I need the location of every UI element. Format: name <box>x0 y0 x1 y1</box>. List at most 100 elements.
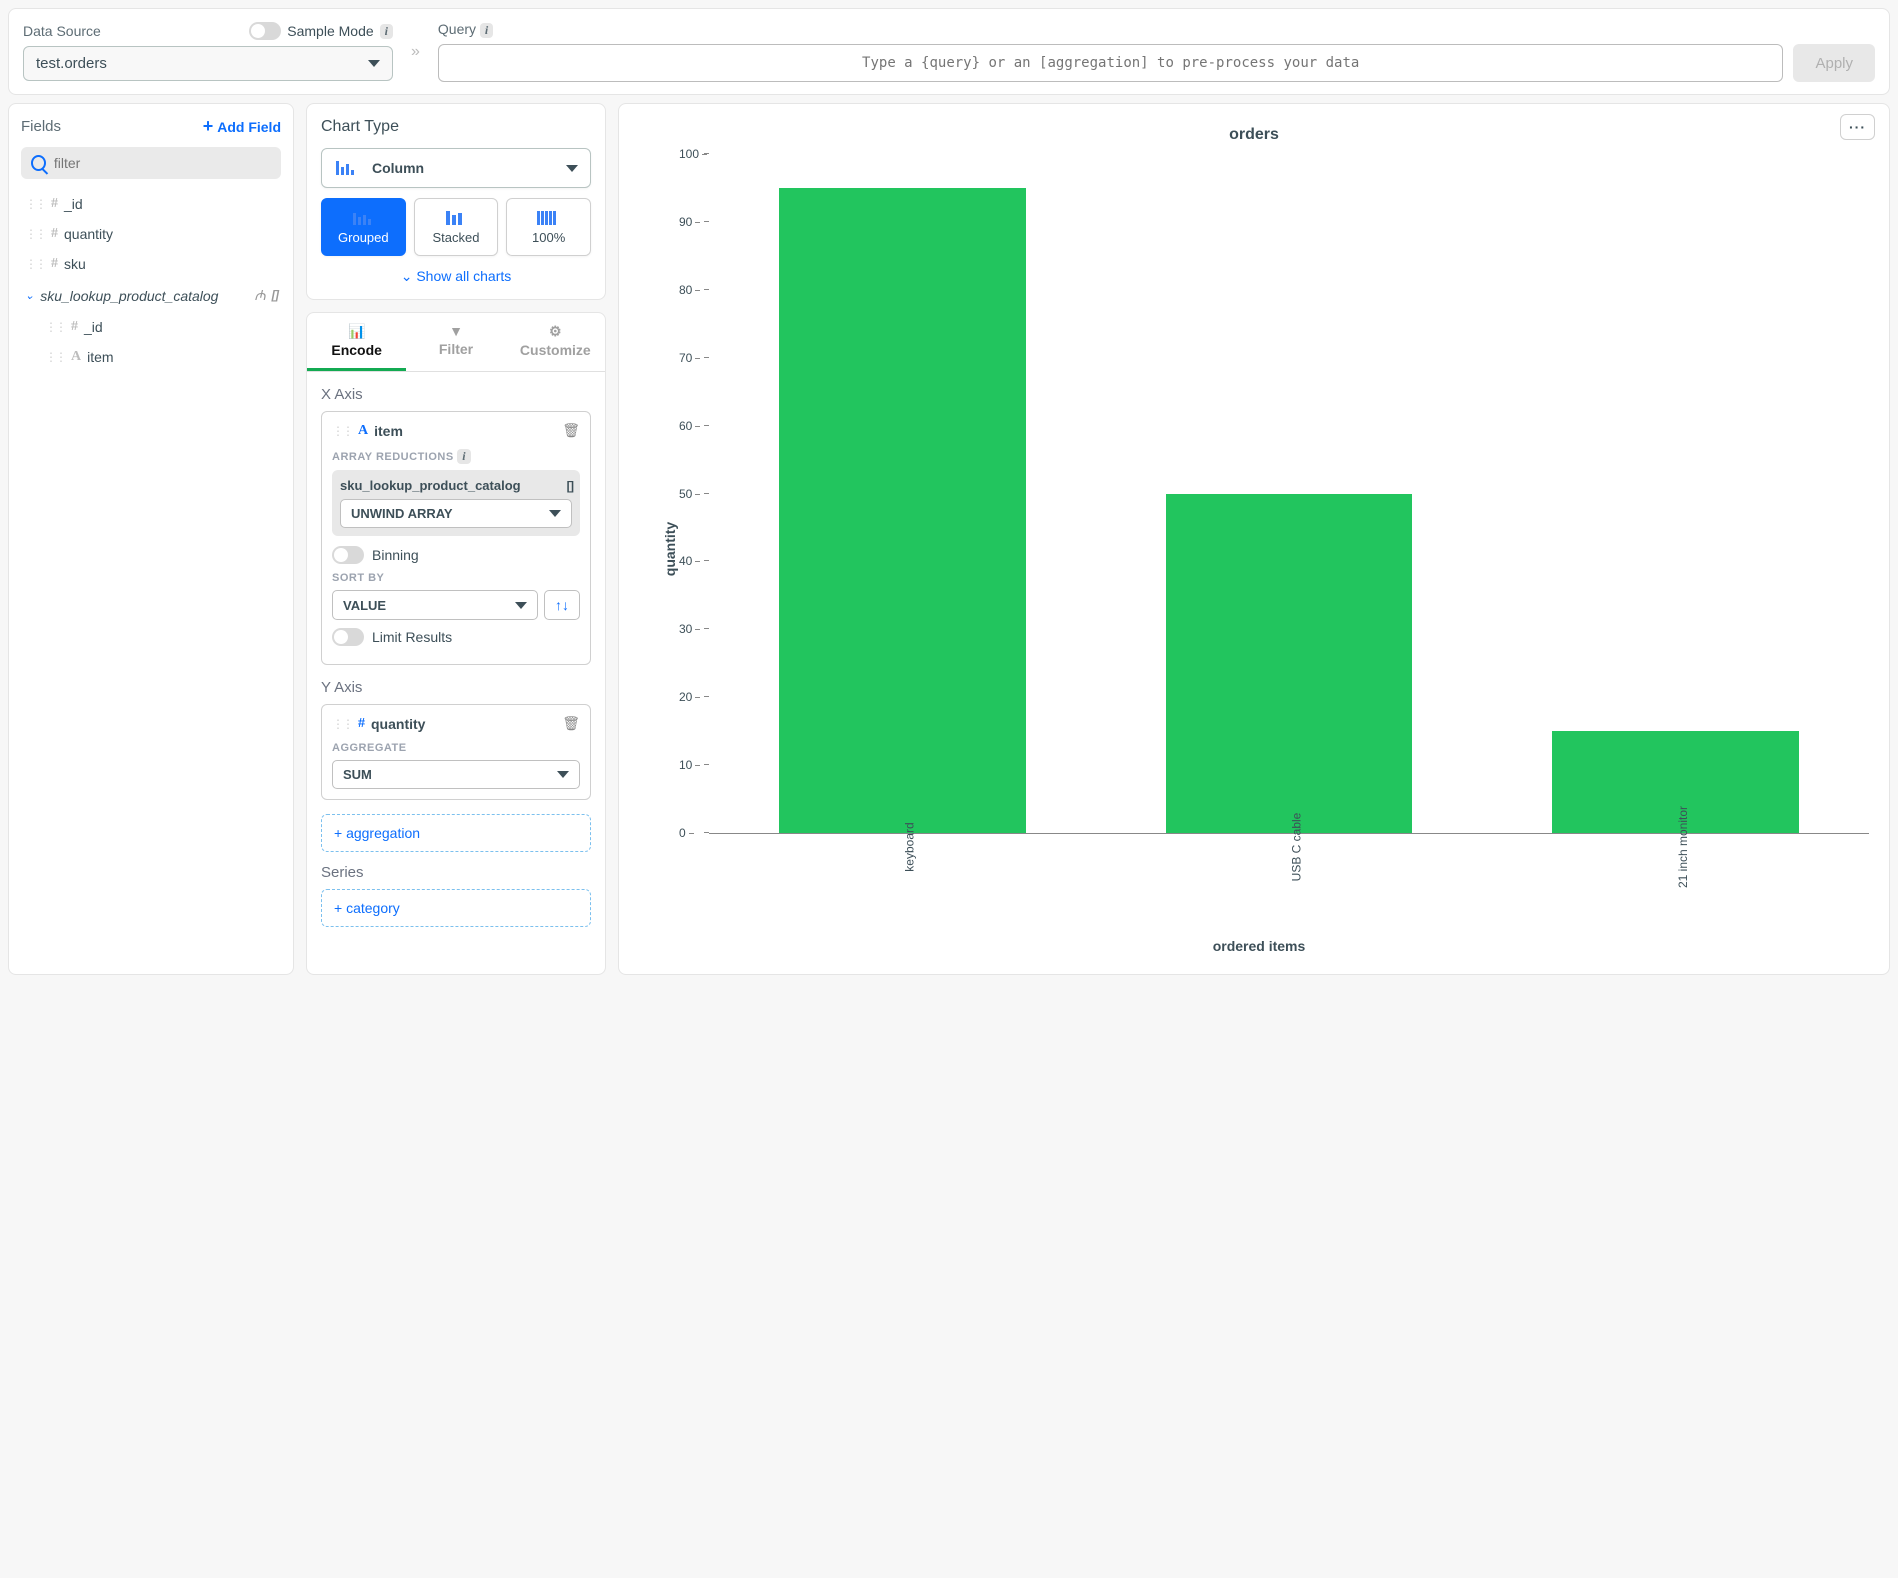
chevron-down-icon: ⌄ <box>401 268 413 284</box>
delete-icon[interactable]: 🗑 <box>562 422 580 439</box>
ytick: 10 <box>679 758 692 772</box>
series-label: Series <box>321 864 591 881</box>
field-lookup[interactable]: ⌄ sku_lookup_product_catalog ₼ <box>21 279 281 312</box>
field-item[interactable]: ⋮⋮quantity <box>21 219 281 249</box>
xaxis-box: ⋮⋮ item 🗑 ARRAY REDUCTIONS i sku_lookup_… <box>321 411 591 665</box>
fields-panel: Fields + Add Field ⋮⋮_id ⋮⋮quantity ⋮⋮sk… <box>8 103 294 975</box>
bar[interactable] <box>779 188 1026 833</box>
subtype-100[interactable]: 100% <box>506 198 591 256</box>
yaxis-box: ⋮⋮ quantity 🗑 AGGREGATE SUM <box>321 704 591 800</box>
bar-label: keyboard <box>902 822 916 871</box>
ytick: 30 <box>679 622 692 636</box>
info-icon[interactable]: i <box>380 24 393 39</box>
chevron-down-icon <box>515 602 527 609</box>
config-panel: Chart Type Column Grouped Stacked 100% <box>306 103 606 975</box>
top-bar: Data Source Sample Mode i test.orders » … <box>8 8 1890 95</box>
data-source-label: Data Source <box>23 23 101 39</box>
tab-customize[interactable]: ⚙Customize <box>506 313 605 371</box>
aggregate-select[interactable]: SUM <box>332 760 580 789</box>
chart-type-select[interactable]: Column <box>321 148 591 188</box>
ytick: 70 <box>679 351 692 365</box>
show-all-charts[interactable]: ⌄ Show all charts <box>321 268 591 285</box>
ytick: 80 <box>679 283 692 297</box>
add-field-button[interactable]: + Add Field <box>203 116 281 137</box>
encode-icon: 📊 <box>311 323 402 340</box>
yaxis-label: Y Axis <box>321 679 591 696</box>
query-input[interactable] <box>438 44 1784 82</box>
chart-panel: ··· orders quantity 01020304050607080901… <box>618 103 1890 975</box>
chart-area: quantity 0102030405060708090100 keyboard… <box>649 154 1869 944</box>
ytick: 90 <box>679 215 692 229</box>
unwind-select[interactable]: UNWIND ARRAY <box>340 499 572 528</box>
fields-filter-input[interactable] <box>54 155 271 171</box>
binning-toggle[interactable] <box>332 546 364 564</box>
grouped-icon <box>349 209 377 227</box>
binoculars-icon: ₼ <box>254 286 265 305</box>
tab-encode[interactable]: 📊Encode <box>307 313 406 371</box>
field-item[interactable]: ⋮⋮_id <box>21 189 281 219</box>
bar-column: 21 inch monitor <box>1531 154 1821 833</box>
chart-type-box: Chart Type Column Grouped Stacked 100% <box>306 103 606 300</box>
bar-column: USB C cable <box>1144 154 1434 833</box>
info-icon[interactable]: i <box>457 449 471 464</box>
chart-menu-button[interactable]: ··· <box>1840 114 1875 140</box>
bar-column: keyboard <box>757 154 1047 833</box>
fields-filter[interactable] <box>21 147 281 179</box>
delete-icon[interactable]: 🗑 <box>562 715 580 732</box>
array-reduction-box: sku_lookup_product_catalog UNWIND ARRAY <box>332 470 580 536</box>
sortby-select[interactable]: VALUE <box>332 590 538 620</box>
yaxis-field: quantity <box>371 716 425 732</box>
bar[interactable] <box>1166 494 1413 834</box>
ytick: 40 <box>679 554 692 568</box>
tab-filter[interactable]: ▼Filter <box>406 313 505 371</box>
subtype-grouped[interactable]: Grouped <box>321 198 406 256</box>
brackets-icon <box>567 478 572 493</box>
info-icon[interactable]: i <box>480 23 493 38</box>
column-icon <box>334 159 362 177</box>
customize-icon: ⚙ <box>510 323 601 340</box>
ytick: 100 <box>679 147 699 161</box>
yaxis-title: quantity <box>662 522 678 576</box>
add-aggregation[interactable]: + aggregation <box>321 814 591 852</box>
data-source-value: test.orders <box>36 55 107 72</box>
apply-button[interactable]: Apply <box>1793 44 1875 82</box>
brackets-icon <box>272 286 277 305</box>
bar-label: USB C cable <box>1289 813 1303 882</box>
arrows-icon: » <box>411 43 420 61</box>
plot-area: 0102030405060708090100 keyboardUSB C cab… <box>709 154 1869 834</box>
xaxis-field: item <box>374 423 403 439</box>
chart-type-title: Chart Type <box>321 118 591 136</box>
search-icon <box>31 155 46 171</box>
ytick: 20 <box>679 690 692 704</box>
field-item[interactable]: ⋮⋮item <box>41 342 281 372</box>
stacked-icon <box>442 209 470 227</box>
chevron-down-icon <box>368 60 380 67</box>
subtype-stacked[interactable]: Stacked <box>414 198 499 256</box>
filter-icon: ▼ <box>410 323 501 339</box>
data-source-section: Data Source Sample Mode i test.orders <box>23 22 393 81</box>
chevron-down-icon <box>566 165 578 172</box>
chevron-down-icon <box>549 510 561 517</box>
sample-mode-label: Sample Mode <box>287 23 373 39</box>
sample-mode-toggle[interactable] <box>249 22 281 40</box>
encode-panel: 📊Encode ▼Filter ⚙Customize X Axis ⋮⋮ ite… <box>306 312 606 975</box>
xaxis-label: X Axis <box>321 386 591 403</box>
chevron-down-icon <box>557 771 569 778</box>
limit-toggle[interactable] <box>332 628 364 646</box>
fields-title: Fields <box>21 118 61 135</box>
query-section: Query i Apply <box>438 21 1875 82</box>
xaxis-title: ordered items <box>1213 938 1306 954</box>
ytick: 60 <box>679 419 692 433</box>
chart-title: orders <box>629 114 1879 144</box>
percent-icon <box>535 209 563 227</box>
array-field: sku_lookup_product_catalog <box>340 478 521 493</box>
plus-icon: + <box>203 116 214 137</box>
bar-label: 21 inch monitor <box>1676 806 1690 888</box>
sort-direction[interactable]: ↑↓ <box>544 590 580 620</box>
data-source-select[interactable]: test.orders <box>23 46 393 81</box>
ytick: 50 <box>679 487 692 501</box>
add-category[interactable]: + category <box>321 889 591 927</box>
field-item[interactable]: ⋮⋮_id <box>41 312 281 342</box>
field-item[interactable]: ⋮⋮sku <box>21 249 281 279</box>
query-label: Query <box>438 21 476 37</box>
